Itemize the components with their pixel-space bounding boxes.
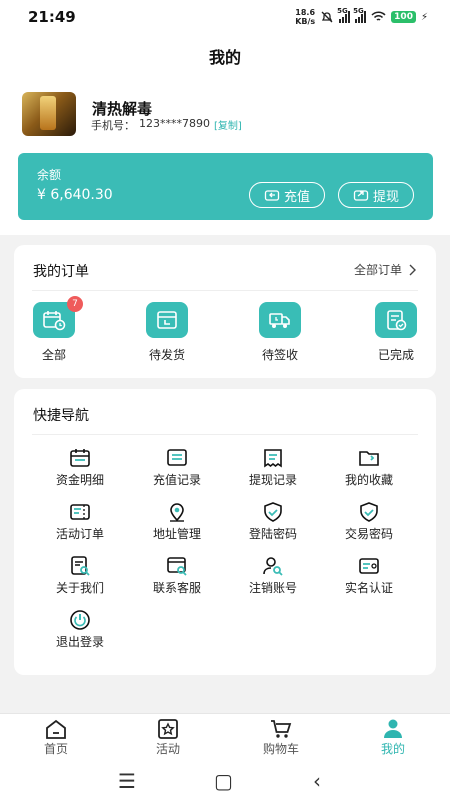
signal-icon: 5G	[353, 7, 367, 23]
user-icon	[384, 719, 402, 738]
order-status-to-receive[interactable]: 待签收	[240, 302, 320, 363]
page-title: 我的	[208, 48, 241, 67]
orders-card: 我的订单 全部订单 7 全部 待发货 待签收 已完成	[14, 245, 436, 378]
copy-button[interactable]: [复制]	[214, 117, 242, 133]
charging-icon: ⚡	[420, 11, 428, 23]
tab-cart[interactable]: 购物车	[241, 718, 321, 757]
mute-bell-icon	[321, 11, 333, 23]
balance-amount: ¥ 6,640.30	[37, 187, 113, 203]
shortcuts-title: 快捷导航	[33, 408, 89, 424]
chevron-right-icon	[409, 264, 416, 275]
shield-check-icon	[360, 502, 378, 522]
status-icons: 18.6 KB/s 5G 5G 100 ⚡	[295, 7, 428, 26]
order-status-to-ship[interactable]: 待发货	[127, 302, 207, 363]
nav-my-favorites[interactable]: 我的收藏	[321, 447, 417, 488]
user-search-icon	[263, 557, 283, 576]
orders-title: 我的订单	[33, 264, 89, 280]
order-count-badge: 7	[67, 296, 83, 312]
net-speed: 18.6 KB/s	[295, 8, 316, 26]
tab-home[interactable]: 首页	[16, 718, 96, 757]
calendar-clock-icon: 7	[33, 296, 83, 338]
balance-card: 余额 ¥ 6,640.30 充值 提现	[18, 153, 433, 220]
nav-fund-details[interactable]: 资金明细	[32, 447, 128, 488]
doc-search-icon	[71, 556, 90, 576]
menu-icon[interactable]: ☰	[118, 769, 136, 793]
status-bar: 21:49 18.6 KB/s 5G 5G 100 ⚡	[0, 0, 450, 34]
id-card-icon	[359, 558, 379, 574]
shortcuts-card: 快捷导航 资金明细 充值记录 提现记录 我的收藏 活动订单 地址管理 登陆密码 …	[14, 389, 436, 675]
activity-star-icon	[158, 719, 178, 739]
phone-label: 手机号：	[91, 119, 135, 132]
order-status-all[interactable]: 7 全部	[14, 296, 94, 363]
status-time: 21:49	[28, 8, 76, 26]
nav-login-password[interactable]: 登陆密码	[225, 501, 321, 542]
wifi-icon	[371, 11, 386, 21]
tab-mine[interactable]: 我的	[353, 718, 433, 757]
nav-withdraw-records[interactable]: 提现记录	[225, 447, 321, 488]
nav-delete-account[interactable]: 注销账号	[225, 555, 321, 596]
signal-icon: 5G	[337, 7, 351, 23]
shield-check-icon	[264, 502, 282, 522]
balance-label: 余额	[37, 168, 62, 182]
nav-logout[interactable]: 退出登录	[32, 609, 128, 650]
phone-row: 手机号： 123****7890 [复制]	[91, 117, 242, 133]
nav-trade-password[interactable]: 交易密码	[321, 501, 417, 542]
box-icon	[146, 302, 188, 338]
back-icon[interactable]: ‹	[313, 769, 321, 793]
nav-contact-support[interactable]: 联系客服	[129, 555, 225, 596]
nav-about-us[interactable]: 关于我们	[32, 555, 128, 596]
calendar-icon	[70, 449, 90, 467]
phone-number: 123****7890	[139, 117, 210, 130]
divider	[32, 434, 418, 435]
power-icon	[70, 610, 90, 630]
home-square-icon[interactable]: ▢	[214, 769, 233, 793]
bottom-tab-bar: 首页 活动 购物车 我的	[0, 713, 450, 761]
battery-icon: 100	[391, 11, 416, 23]
nav-activity-orders[interactable]: 活动订单	[32, 501, 128, 542]
folder-icon	[359, 451, 379, 466]
nav-real-name-auth[interactable]: 实名认证	[321, 555, 417, 596]
divider	[32, 290, 418, 291]
ticket-icon	[70, 504, 90, 520]
home-icon	[46, 719, 66, 739]
wallet-in-icon	[264, 190, 280, 201]
nav-address-management[interactable]: 地址管理	[129, 501, 225, 542]
location-icon	[170, 503, 184, 522]
list-card-icon	[167, 449, 187, 466]
receipt-icon	[264, 449, 282, 468]
wallet-out-icon	[353, 190, 369, 201]
nav-recharge-records[interactable]: 充值记录	[129, 447, 225, 488]
order-status-completed[interactable]: 已完成	[356, 302, 436, 363]
cart-icon	[271, 720, 292, 738]
system-nav-bar: ☰ ▢ ‹	[0, 761, 450, 800]
avatar[interactable]	[22, 92, 76, 136]
document-check-icon	[375, 302, 417, 338]
recharge-button[interactable]: 充值	[249, 182, 325, 208]
all-orders-link[interactable]: 全部订单	[354, 261, 416, 278]
withdraw-button[interactable]: 提现	[338, 182, 414, 208]
user-name: 清热解毒	[92, 100, 153, 118]
card-search-icon	[167, 557, 187, 576]
truck-clock-icon	[259, 302, 301, 338]
tab-activity[interactable]: 活动	[128, 718, 208, 757]
